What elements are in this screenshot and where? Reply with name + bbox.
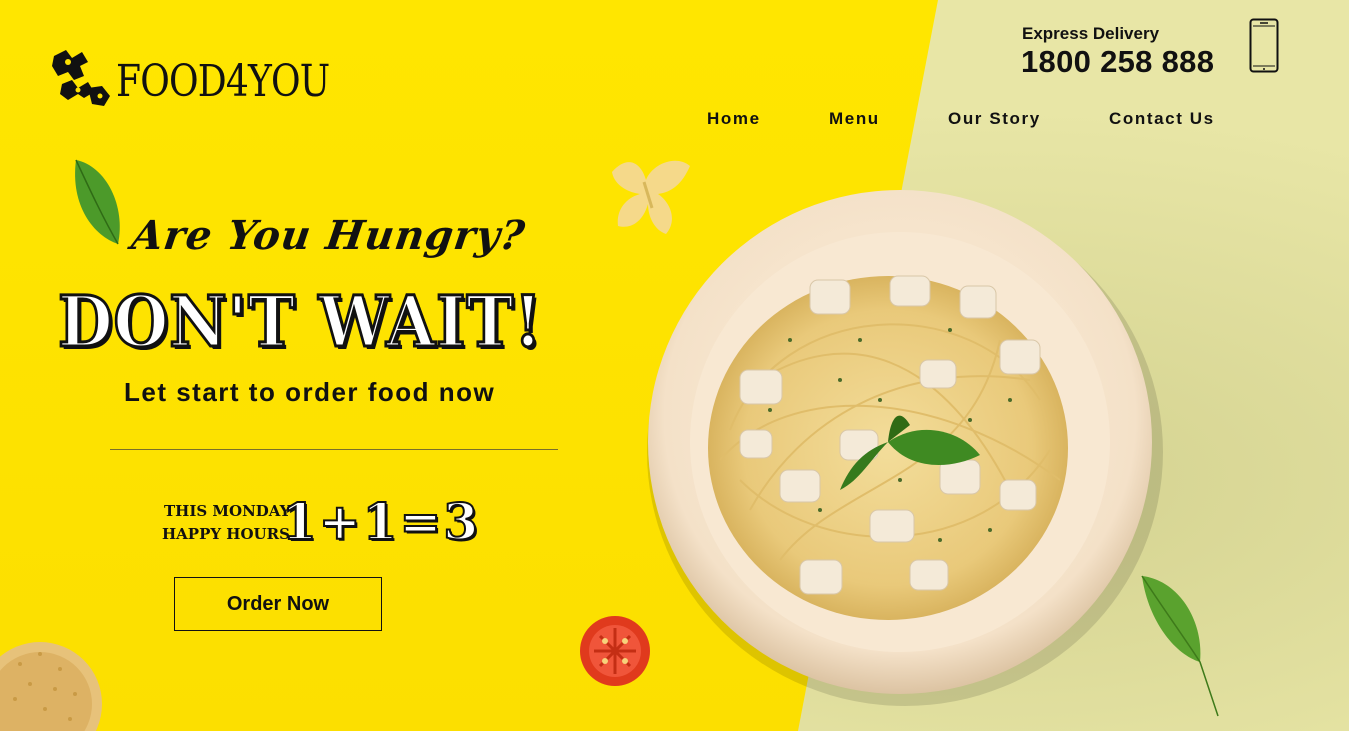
brand-logo[interactable]: FOOD4YOU [48,46,376,112]
hero-main-headline: DON'T WAIT! [57,279,544,365]
delivery-label: Express Delivery [1022,24,1160,43]
hero-divider [110,449,558,450]
spaghetti-dish-image [647,190,1163,706]
nav-our-story[interactable]: Our Story [948,109,1041,129]
hero-tagline: Let start to order food now [124,377,496,407]
promo-day: THIS MONDAY [164,502,291,520]
chef-logo-icon [52,50,110,106]
hero-script-headline: Are You Hungry? [128,212,529,259]
nav-menu[interactable]: Menu [829,109,880,129]
tomato-slice-image [580,616,650,686]
delivery-phone-number[interactable]: 1800 258 888 [1021,44,1214,80]
basil-leaf-image [75,159,120,245]
dry-spaghetti-image [0,642,102,731]
promo-offer: 1+1=3 [281,491,481,552]
nav-home[interactable]: Home [707,109,761,129]
brand-name: FOOD4YOU [116,55,330,107]
promo-happy-hours: HAPPY HOURS [162,525,290,543]
smartphone-icon [1249,18,1279,73]
nav-contact-us[interactable]: Contact Us [1109,109,1215,129]
order-now-button[interactable]: Order Now [174,577,382,631]
basil-leaf-right-image [1141,575,1219,717]
